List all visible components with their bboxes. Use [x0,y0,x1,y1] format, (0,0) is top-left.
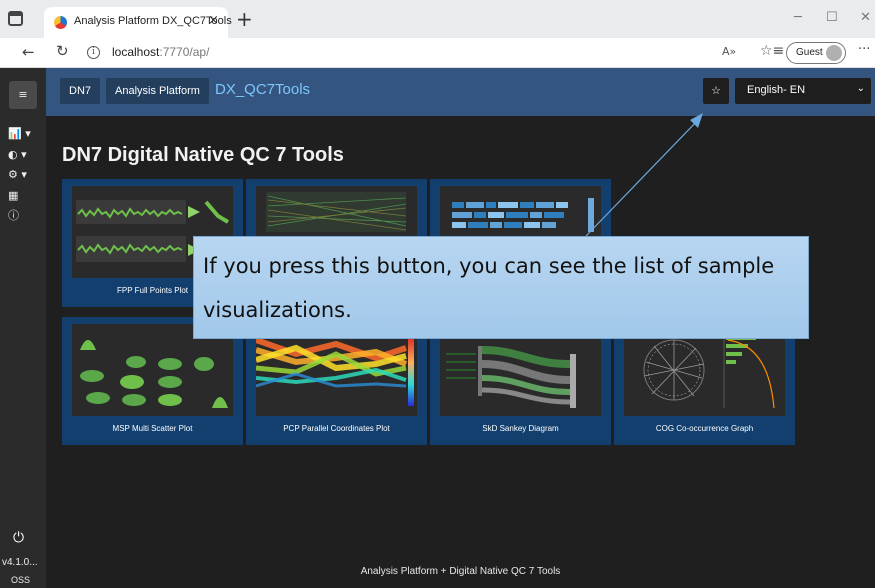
site-favicon-icon [54,16,67,29]
callout-box: If you press this button, you can see th… [193,236,809,339]
url-field[interactable]: localhost:7770/ap/ [112,45,209,59]
url-host: localhost [112,45,160,59]
profile-label: Guest [796,47,823,58]
main-content: DN7 Digital Native QC 7 Tools FPP Full P… [46,116,875,588]
chart-menu-icon[interactable]: 📊 ▾ [8,126,42,142]
card-label: MSP Multi Scatter Plot [112,424,193,433]
app-header: DN7 Analysis Platform DX_QC7Tools ☆ Engl… [46,68,875,116]
profile-button[interactable]: Guest [786,42,846,64]
read-aloud-icon[interactable]: A» [722,45,736,58]
back-icon[interactable]: ← [22,43,35,61]
language-select[interactable]: English- EN ⌄ [735,78,871,104]
chevron-down-icon: ⌄ [856,83,865,94]
oss-link[interactable]: OSS [11,575,30,585]
browser-tab[interactable]: Analysis Platform DX_QC7Tools × [44,7,232,38]
url-path: :7770/ap/ [159,45,210,59]
card-label: COG Co-occurrence Graph [655,424,754,433]
language-selected-label: English- EN [747,84,806,96]
callout-text: If you press this button, you can see th… [203,254,775,322]
more-icon[interactable]: ··· [858,42,870,57]
app-title: DX_QC7Tools [215,81,311,98]
maximize-icon[interactable]: ☐ [826,10,838,25]
settings-menu-icon[interactable]: ⚙ ▾ [8,167,42,183]
power-icon[interactable]: ⏻ [13,530,24,546]
favorites-icon[interactable]: ☆≡ [760,43,784,59]
browser-tab-bar: Analysis Platform DX_QC7Tools × + ─ ☐ ✕ [0,0,875,38]
new-tab-icon[interactable]: + [236,7,253,31]
tab-close-icon[interactable]: × [208,13,219,28]
table-menu-icon[interactable]: ▦ [8,188,42,204]
card-label: SkD Sankey Diagram [482,424,559,433]
address-bar: ← ↻ i localhost:7770/ap/ A» ☆≡ Guest ··· [0,38,875,68]
analysis-menu-icon[interactable]: ◐ ▾ [8,147,42,163]
card-label: PCP Parallel Coordinates Plot [283,424,390,433]
hamburger-menu-icon[interactable]: ≡ [9,81,37,109]
window-close-icon[interactable]: ✕ [860,10,871,25]
info-menu-icon[interactable]: ⓘ [8,208,42,224]
analysis-platform-button[interactable]: Analysis Platform [106,78,209,104]
footer-text: Analysis Platform + Digital Native QC 7 … [360,566,561,577]
avatar-icon [826,45,842,61]
app-sidebar: ≡ 📊 ▾ ◐ ▾ ⚙ ▾ ▦ ⓘ ⏻ v4.1.0... OSS [0,68,46,588]
site-info-icon[interactable]: i [87,46,100,59]
page-title: DN7 Digital Native QC 7 Tools [62,144,344,166]
minimize-icon[interactable]: ─ [794,10,802,25]
tab-actions-icon[interactable] [8,11,23,26]
sample-visualizations-star-button[interactable]: ☆ [703,78,729,104]
reload-icon[interactable]: ↻ [56,42,69,60]
version-label: v4.1.0... [2,557,38,568]
dn7-button[interactable]: DN7 [60,78,101,104]
screen: Analysis Platform DX_QC7Tools × + ─ ☐ ✕ … [0,0,875,588]
